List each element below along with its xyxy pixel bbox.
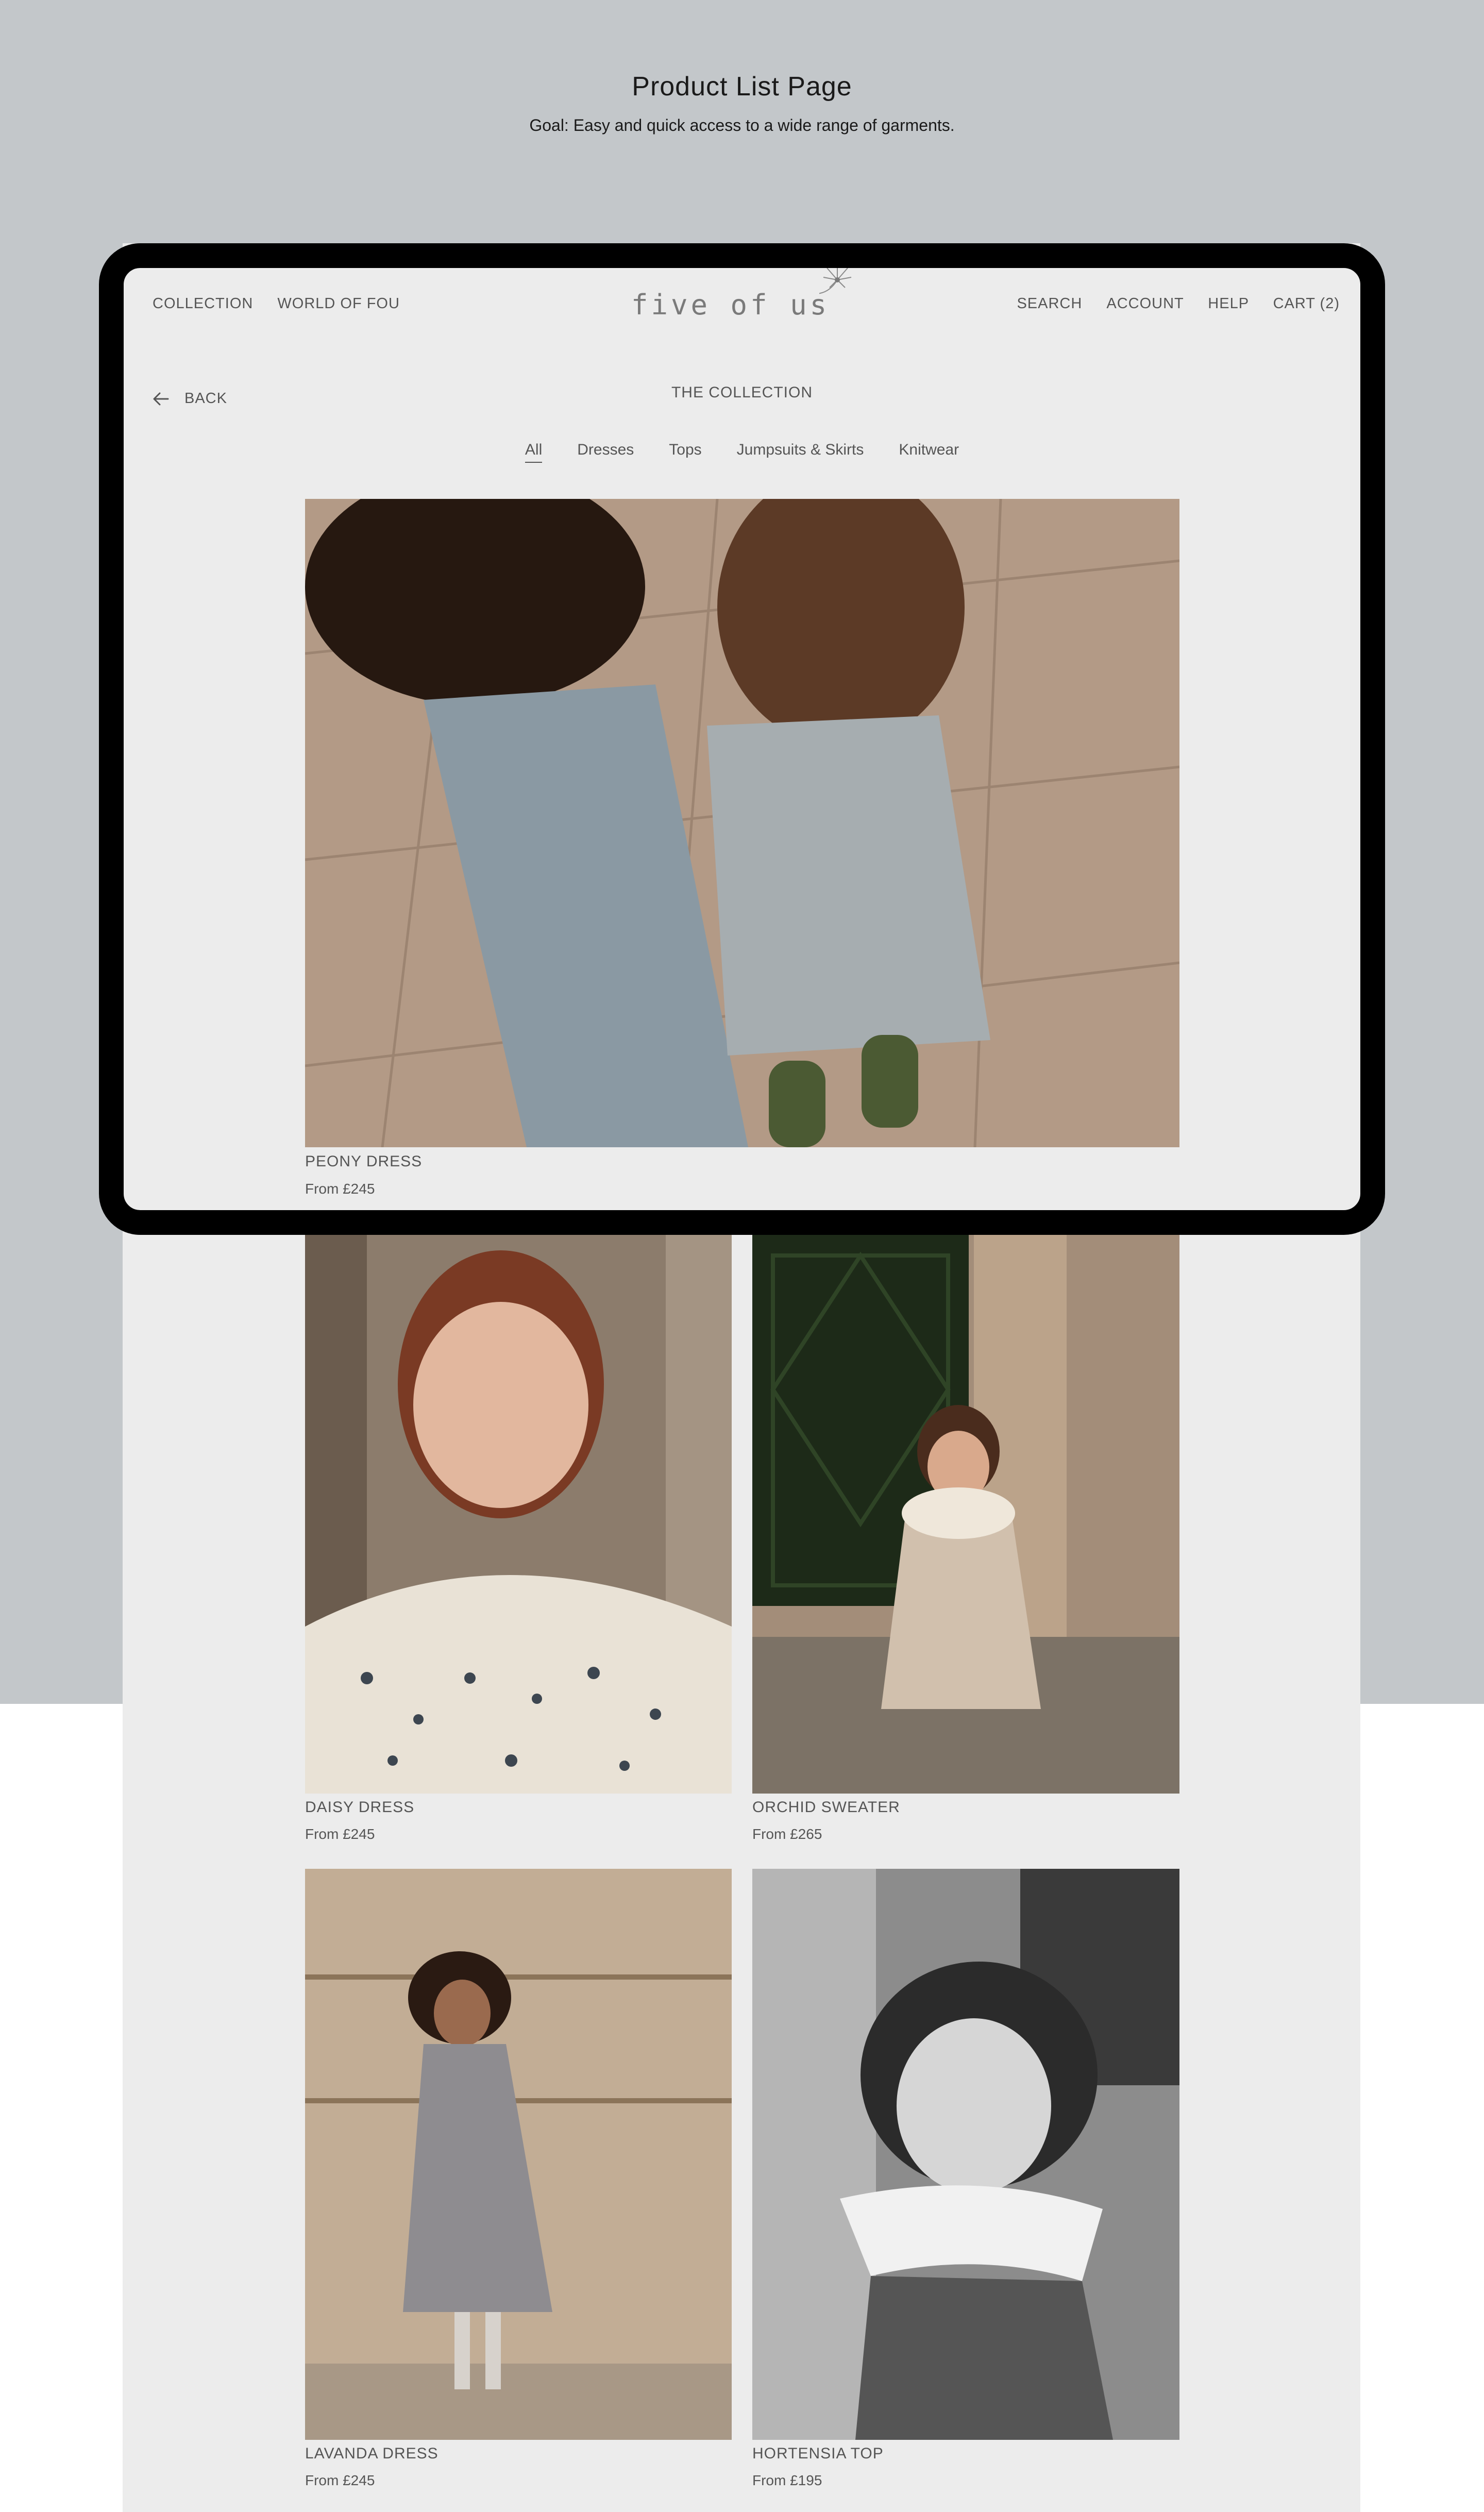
product-price: From £245 bbox=[305, 1181, 375, 1197]
filter-knitwear[interactable]: Knitwear bbox=[899, 441, 959, 463]
product-name[interactable]: PEONY DRESS bbox=[305, 1153, 422, 1170]
slide-goal: Goal: Easy and quick access to a wide ra… bbox=[529, 116, 955, 135]
nav-collection[interactable]: COLLECTION bbox=[153, 295, 253, 312]
product-image-lavanda-dress[interactable] bbox=[305, 1869, 732, 2440]
filter-tops[interactable]: Tops bbox=[669, 441, 701, 463]
product-name[interactable]: HORTENSIA TOP bbox=[752, 2445, 884, 2463]
filter-jumpsuits-skirts[interactable]: Jumpsuits & Skirts bbox=[737, 441, 864, 463]
bezel-gutter-right bbox=[1360, 1216, 1385, 1235]
brand-logo[interactable]: five of us bbox=[631, 289, 830, 321]
slide-title: Product List Page bbox=[632, 72, 852, 102]
filter-all[interactable]: All bbox=[525, 441, 543, 463]
product-image-orchid-sweater[interactable] bbox=[752, 1235, 1179, 1794]
product-image-hortensia-top[interactable] bbox=[752, 1869, 1179, 2440]
product-name[interactable]: LAVANDA DRESS bbox=[305, 2445, 439, 2463]
product-image-peony-dress[interactable] bbox=[305, 499, 1179, 1147]
nav-help[interactable]: HELP bbox=[1208, 295, 1249, 312]
category-filters: All Dresses Tops Jumpsuits & Skirts Knit… bbox=[0, 441, 1484, 463]
filter-dresses[interactable]: Dresses bbox=[577, 441, 634, 463]
bezel-gutter-left bbox=[99, 1216, 123, 1235]
nav-search[interactable]: SEARCH bbox=[1017, 295, 1082, 312]
collection-title: THE COLLECTION bbox=[671, 384, 813, 401]
nav-account[interactable]: ACCOUNT bbox=[1106, 295, 1184, 312]
product-name[interactable]: ORCHID SWEATER bbox=[752, 1799, 900, 1816]
product-price: From £195 bbox=[752, 2472, 822, 2488]
product-price: From £245 bbox=[305, 2472, 375, 2488]
product-price: From £265 bbox=[752, 1826, 822, 1842]
product-image-daisy-dress[interactable] bbox=[305, 1235, 732, 1794]
nav-world-of-fou[interactable]: WORLD OF FOU bbox=[277, 295, 400, 312]
product-price: From £245 bbox=[305, 1826, 375, 1842]
utility-nav: SEARCH ACCOUNT HELP CART (2) bbox=[997, 295, 1340, 312]
nav-cart[interactable]: CART (2) bbox=[1273, 295, 1340, 312]
primary-nav: COLLECTION WORLD OF FOU bbox=[153, 295, 419, 312]
product-name[interactable]: DAISY DRESS bbox=[305, 1799, 414, 1816]
flower-icon bbox=[819, 264, 852, 294]
